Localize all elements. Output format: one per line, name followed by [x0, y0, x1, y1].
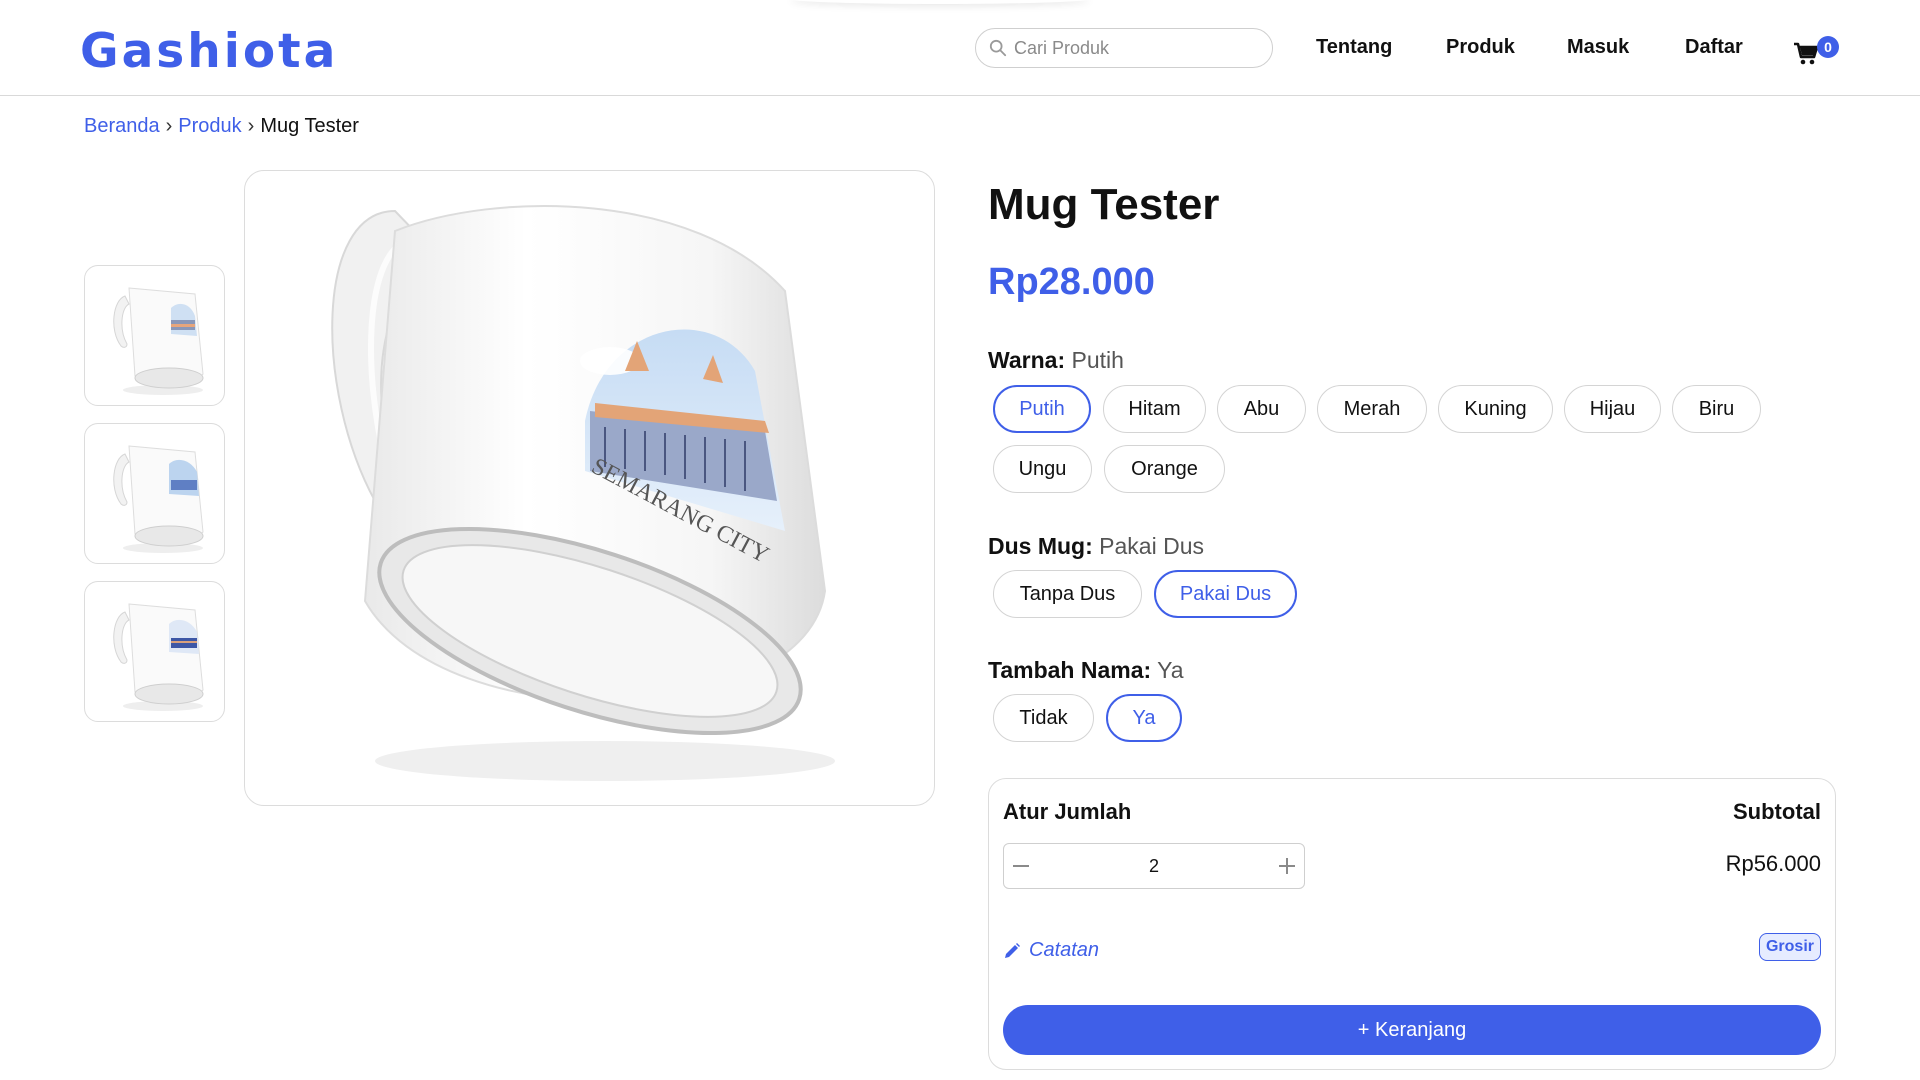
subtotal-heading: Subtotal	[1733, 799, 1821, 824]
cart-count-badge: 0	[1817, 36, 1839, 58]
color-option-biru[interactable]: Biru	[1672, 385, 1761, 433]
breadcrumb-separator: ›	[165, 115, 173, 137]
nav-daftar[interactable]: Daftar	[1685, 36, 1743, 59]
color-option-abu[interactable]: Abu	[1217, 385, 1306, 433]
nav-tentang[interactable]: Tentang	[1316, 36, 1392, 59]
note-label: Catatan	[1029, 939, 1100, 961]
cart-icon	[1794, 42, 1819, 65]
decrease-quantity-button[interactable]	[1004, 844, 1038, 888]
option-label-dus: Dus Mug: Pakai Dus	[988, 533, 1204, 560]
thumbnail-2[interactable]	[84, 423, 225, 564]
minus-icon	[1013, 865, 1029, 867]
option-nama-title: Tambah Nama:	[988, 657, 1152, 683]
product-price: Rp28.000	[988, 261, 1155, 303]
add-to-cart-button[interactable]: + Keranjang	[1003, 1005, 1821, 1055]
quantity-input[interactable]	[1038, 855, 1270, 877]
search-icon	[989, 39, 1007, 57]
quantity-stepper[interactable]	[1003, 843, 1305, 889]
thumbnail-1[interactable]	[84, 265, 225, 406]
thumbnail-3[interactable]	[84, 581, 225, 722]
option-label-nama: Tambah Nama: Ya	[988, 657, 1184, 684]
color-option-kuning[interactable]: Kuning	[1438, 385, 1553, 433]
increase-quantity-button[interactable]	[1270, 844, 1304, 888]
color-option-merah[interactable]: Merah	[1317, 385, 1427, 433]
breadcrumb-separator: ›	[247, 115, 255, 137]
breadcrumb: Beranda › Produk › Mug Tester	[84, 115, 359, 138]
name-option-tidak[interactable]: Tidak	[993, 694, 1094, 742]
option-label-warna: Warna: Putih	[988, 347, 1124, 374]
search-box[interactable]	[975, 28, 1273, 68]
breadcrumb-home[interactable]: Beranda	[84, 115, 160, 138]
header: Gashiota Tentang Produk Masuk Daftar 0	[0, 0, 1920, 96]
note-link[interactable]: Catatan	[1003, 939, 1099, 962]
wholesale-badge: Grosir	[1758, 933, 1821, 961]
option-warna-selected: Putih	[1071, 347, 1124, 373]
mug-product-image: SEMARANG CITY	[331, 205, 835, 781]
color-option-hitam[interactable]: Hitam	[1103, 385, 1206, 433]
box-option-tanpa-dus[interactable]: Tanpa Dus	[993, 570, 1142, 618]
mug-thumbnail-image	[113, 445, 204, 553]
purchase-box: Atur Jumlah Subtotal Rp56.000 Catatan Gr…	[988, 778, 1836, 1070]
nav-masuk[interactable]: Masuk	[1567, 36, 1629, 59]
search-input[interactable]	[1014, 37, 1254, 59]
breadcrumb-produk[interactable]: Produk	[178, 115, 241, 138]
option-nama-selected: Ya	[1157, 657, 1184, 683]
nav-produk[interactable]: Produk	[1446, 36, 1515, 59]
option-dus-selected: Pakai Dus	[1099, 533, 1204, 559]
pencil-icon	[1005, 942, 1020, 958]
box-option-pakai-dus[interactable]: Pakai Dus	[1154, 570, 1297, 618]
cart-button[interactable]: 0	[1793, 34, 1843, 66]
mug-thumbnail-image	[113, 287, 204, 395]
option-warna-title: Warna:	[988, 347, 1066, 373]
color-option-putih[interactable]: Putih	[993, 385, 1091, 433]
color-option-hijau[interactable]: Hijau	[1564, 385, 1661, 433]
quantity-heading: Atur Jumlah	[1003, 799, 1132, 824]
subtotal-value: Rp56.000	[1725, 851, 1821, 876]
header-shadow	[790, 0, 1090, 4]
logo[interactable]: Gashiota	[80, 24, 338, 79]
plus-icon	[1279, 858, 1295, 874]
name-option-ya[interactable]: Ya	[1106, 694, 1182, 742]
product-title: Mug Tester	[988, 180, 1220, 229]
main-product-image[interactable]: SEMARANG CITY	[244, 170, 935, 806]
color-option-orange[interactable]: Orange	[1104, 445, 1225, 493]
option-dus-title: Dus Mug:	[988, 533, 1093, 559]
breadcrumb-current: Mug Tester	[260, 115, 359, 137]
mug-thumbnail-image	[113, 603, 204, 711]
color-option-ungu[interactable]: Ungu	[993, 445, 1092, 493]
